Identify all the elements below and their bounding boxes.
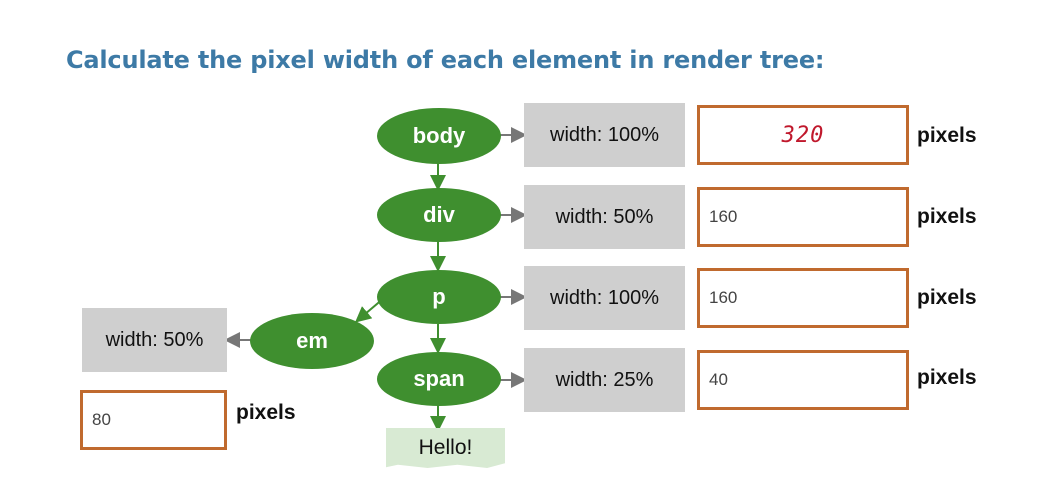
pixels-label-em: pixels bbox=[236, 401, 296, 424]
pixels-label-span: pixels bbox=[917, 366, 977, 389]
width-box-span: width: 25% bbox=[524, 348, 685, 412]
answer-input-body[interactable]: 320 bbox=[697, 105, 909, 165]
pixels-label-body: pixels bbox=[917, 124, 977, 147]
answer-input-span[interactable]: 40 bbox=[697, 350, 909, 410]
pixels-label-div: pixels bbox=[917, 205, 977, 228]
leaf-text-hello: Hello! bbox=[386, 428, 505, 468]
width-box-em: width: 50% bbox=[82, 308, 227, 372]
node-body: body bbox=[377, 108, 501, 164]
width-box-body: width: 100% bbox=[524, 103, 685, 167]
answer-input-div[interactable]: 160 bbox=[697, 187, 909, 247]
node-div: div bbox=[377, 188, 501, 242]
node-span: span bbox=[377, 352, 501, 406]
width-box-p: width: 100% bbox=[524, 266, 685, 330]
pixels-label-p: pixels bbox=[917, 286, 977, 309]
answer-input-em[interactable]: 80 bbox=[80, 390, 227, 450]
width-box-div: width: 50% bbox=[524, 185, 685, 249]
answer-input-p[interactable]: 160 bbox=[697, 268, 909, 328]
node-p: p bbox=[377, 270, 501, 324]
node-em: em bbox=[250, 313, 374, 369]
